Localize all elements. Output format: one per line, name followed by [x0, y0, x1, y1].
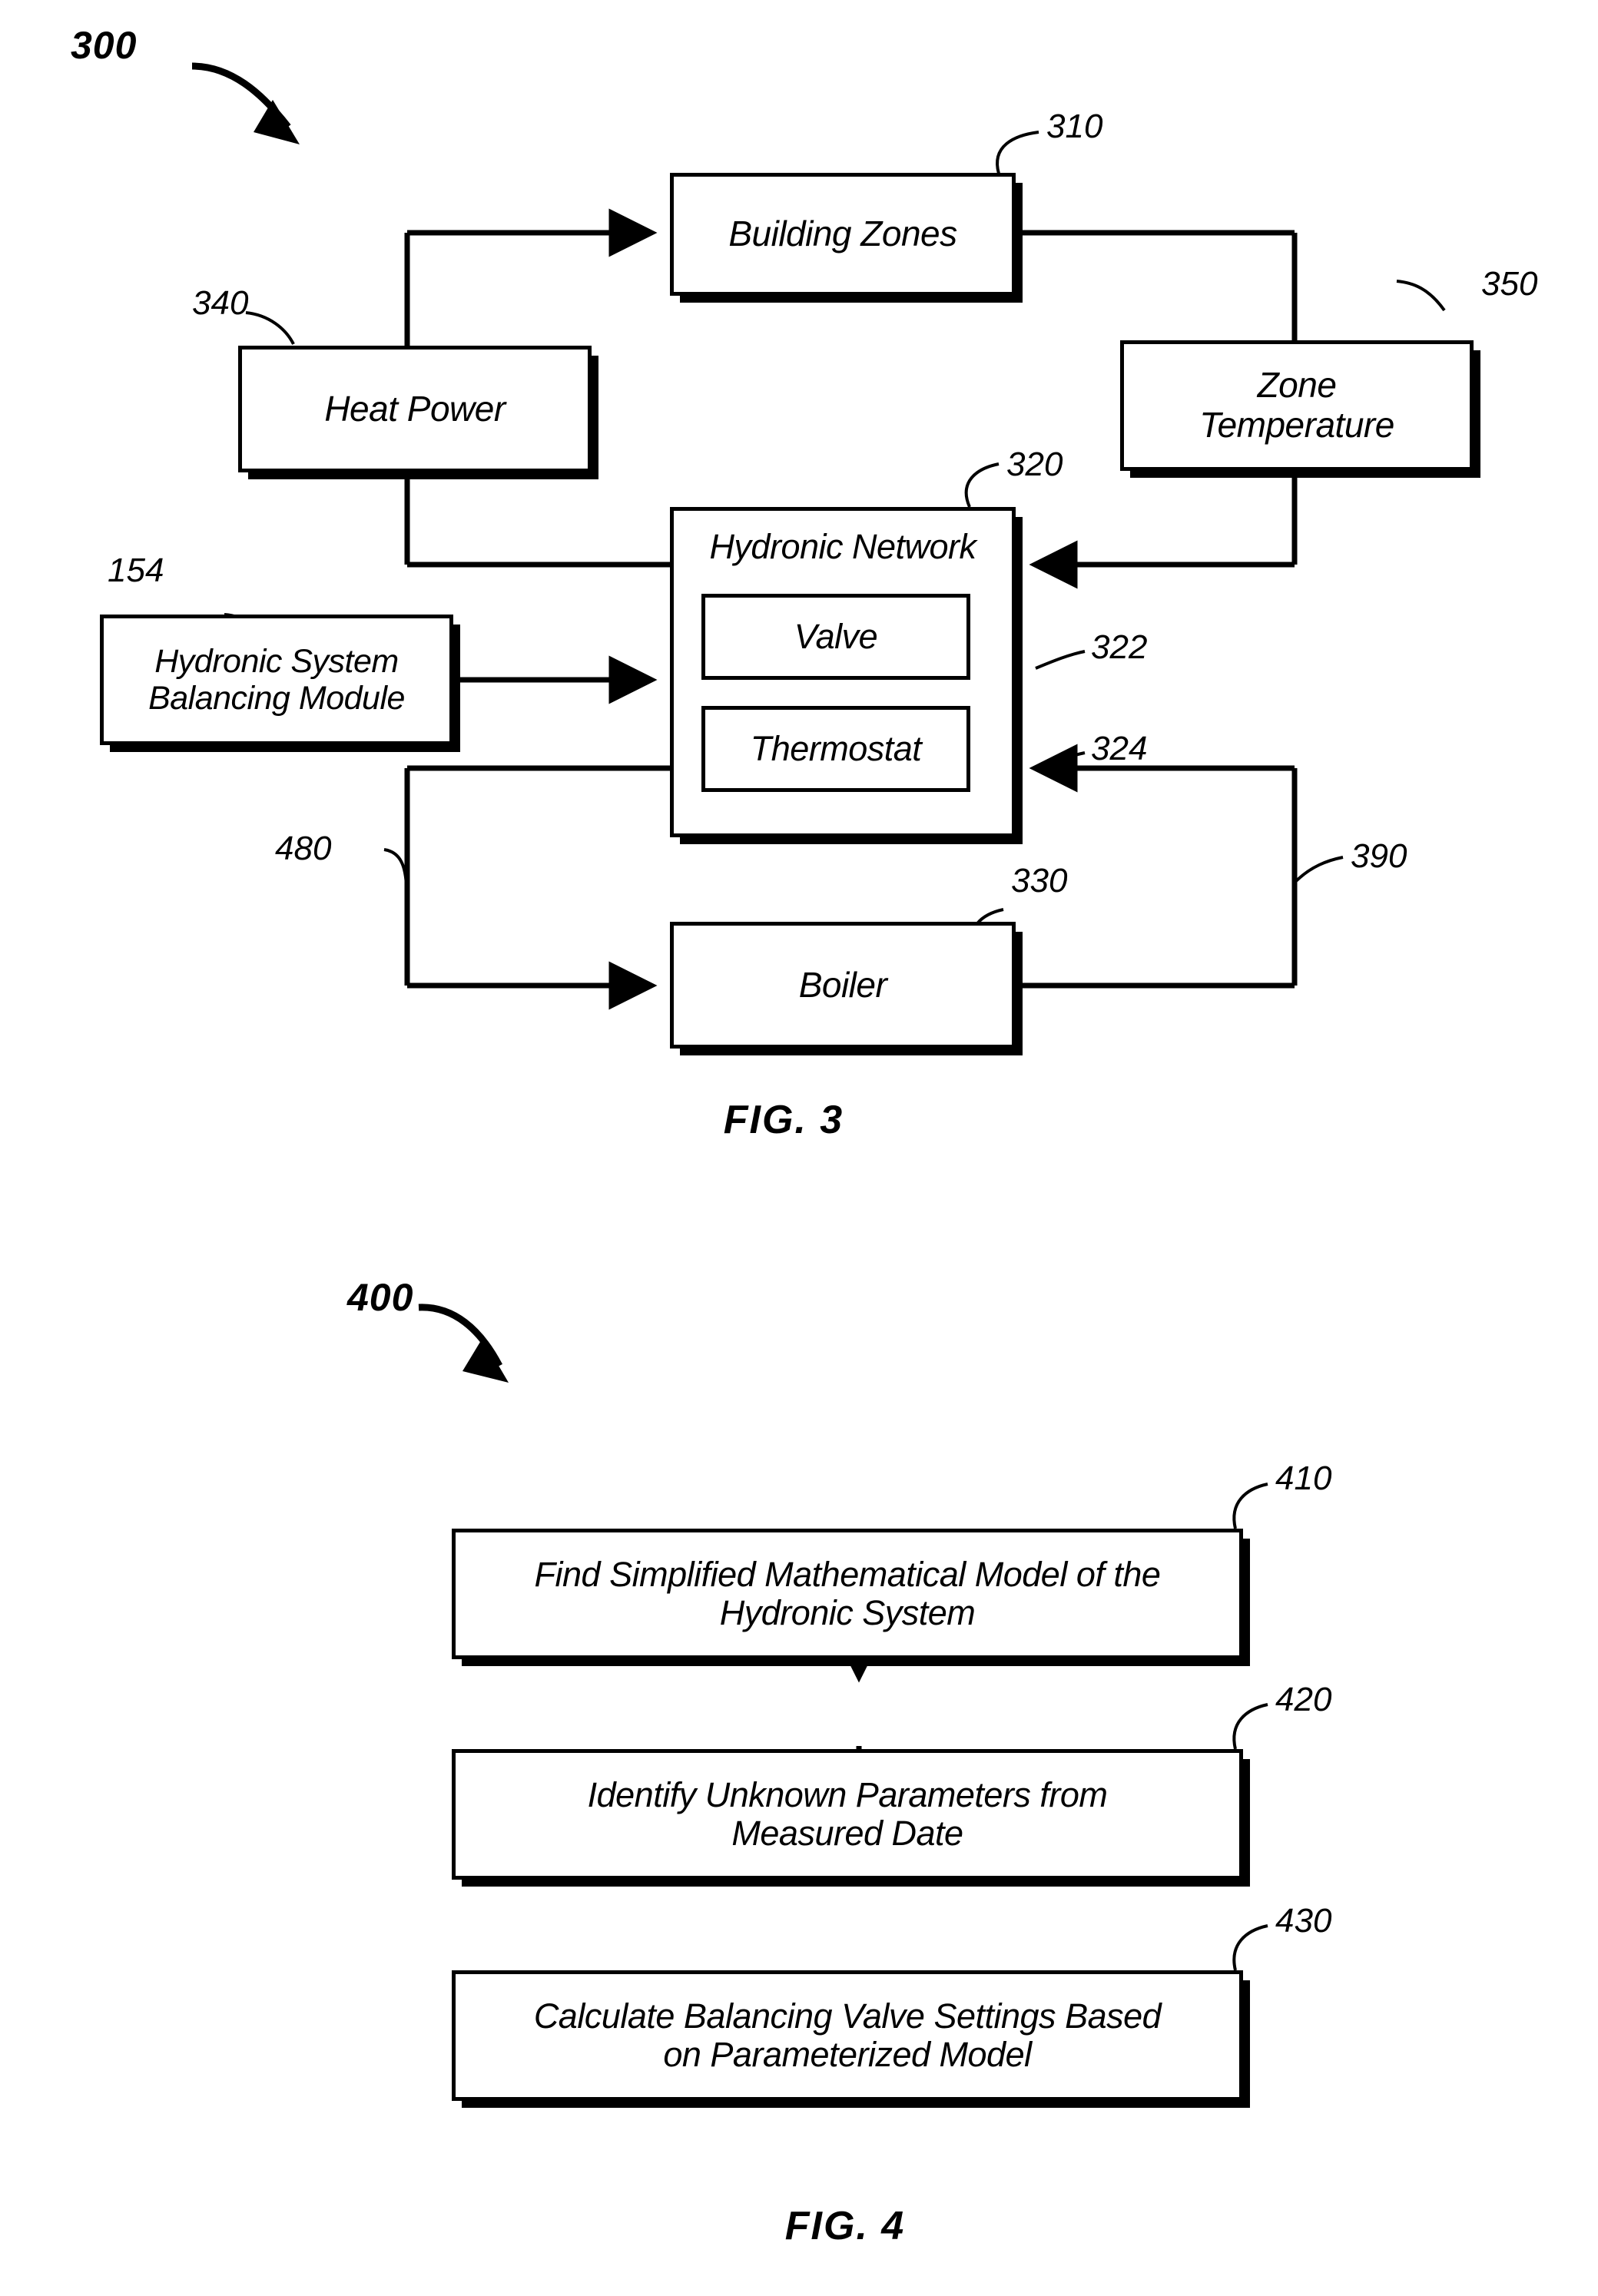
figure-4-connectors — [418, 1304, 1268, 1971]
leader-420 — [1232, 1703, 1268, 1750]
step-410-line2: Hydronic System — [719, 1593, 976, 1632]
step-430-line2: on Parameterized Model — [663, 2035, 1032, 2074]
ref-420: 420 — [1275, 1681, 1332, 1718]
leader-410 — [1232, 1483, 1268, 1529]
ref-430: 430 — [1275, 1902, 1332, 1940]
leader-430 — [1232, 1924, 1268, 1971]
step-box-420: Identify Unknown Parameters from Measure… — [452, 1749, 1250, 1887]
figure-4: 400 Find Simplified Mathematical Model o… — [0, 0, 1598, 2296]
step-420-line1: Identify Unknown Parameters from — [587, 1774, 1108, 1814]
step-box-430: Calculate Balancing Valve Settings Based… — [452, 1970, 1250, 2108]
step-430-line1: Calculate Balancing Valve Settings Based — [533, 1996, 1162, 2036]
step-410-line1: Find Simplified Mathematical Model of th… — [534, 1554, 1161, 1594]
ref-410: 410 — [1275, 1459, 1332, 1497]
figure-400-number: 400 — [347, 1276, 414, 1319]
figure-400-pointer-head — [462, 1338, 509, 1383]
step-box-410: Find Simplified Mathematical Model of th… — [452, 1529, 1250, 1666]
figure-4-caption: FIG. 4 — [784, 2204, 906, 2248]
step-420-line2: Measured Date — [731, 1814, 963, 1853]
